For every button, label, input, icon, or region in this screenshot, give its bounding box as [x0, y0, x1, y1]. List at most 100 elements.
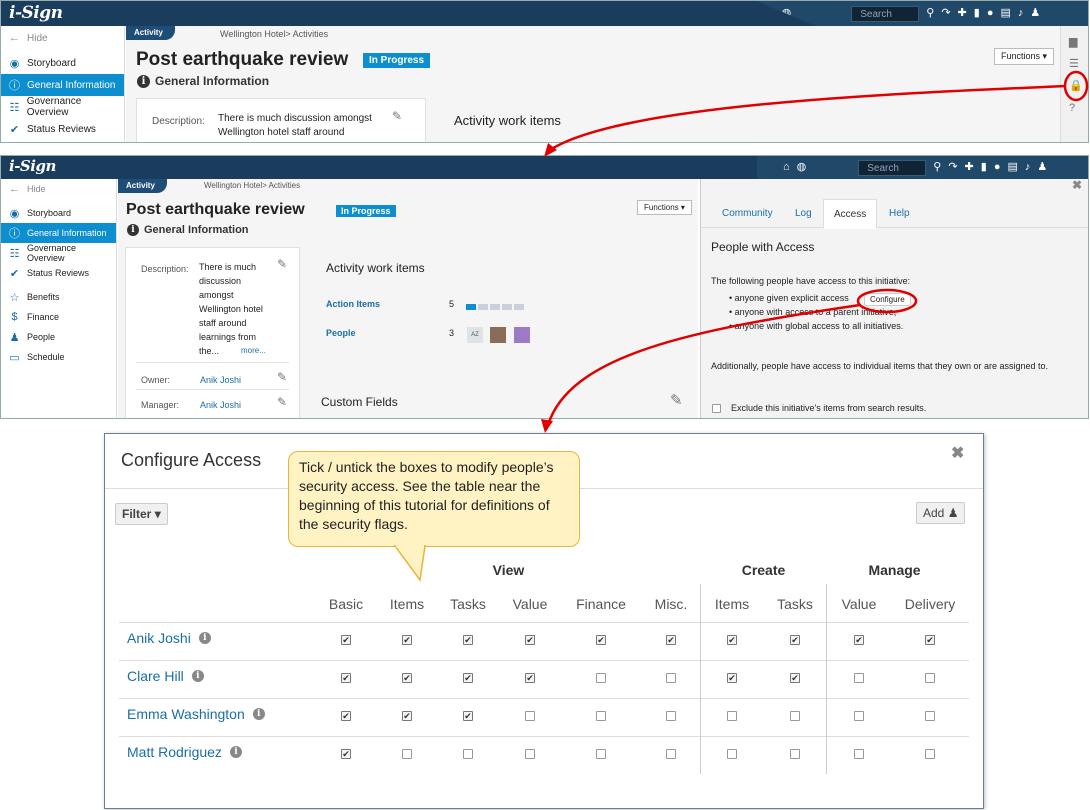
- permission-checkbox[interactable]: ✔: [341, 749, 351, 759]
- permission-checkbox[interactable]: ✔: [463, 711, 473, 721]
- person-name-link[interactable]: Anik Joshi: [127, 630, 191, 646]
- permission-checkbox[interactable]: ✔: [341, 673, 351, 683]
- document-icon[interactable]: ▤: [1007, 162, 1017, 173]
- breadcrumb[interactable]: Wellington Hotel> Activities: [220, 29, 328, 39]
- avatar[interactable]: AZ: [467, 327, 483, 343]
- permission-checkbox[interactable]: [925, 711, 935, 721]
- permission-checkbox[interactable]: ✔: [463, 635, 473, 645]
- app-logo[interactable]: i-Sign: [9, 3, 63, 23]
- edit-pencil-icon[interactable]: ✎: [277, 395, 287, 409]
- help-icon[interactable]: ?: [1069, 102, 1075, 114]
- list-icon[interactable]: ☰: [1069, 57, 1079, 70]
- permission-checkbox[interactable]: ✔: [790, 673, 800, 683]
- permission-checkbox[interactable]: [525, 749, 535, 759]
- permission-checkbox[interactable]: [727, 749, 737, 759]
- exclude-search-checkbox[interactable]: [712, 404, 721, 413]
- home-icon[interactable]: ⌂: [768, 8, 775, 19]
- bookmark-icon[interactable]: ▮: [981, 162, 987, 173]
- more-link[interactable]: more...: [241, 346, 266, 355]
- permission-checkbox[interactable]: ✔: [727, 673, 737, 683]
- avatar[interactable]: [514, 327, 530, 343]
- bookmark-icon[interactable]: ▮: [974, 8, 980, 19]
- share-icon[interactable]: ↷: [948, 162, 957, 173]
- globe-icon[interactable]: ◍: [797, 162, 807, 173]
- close-icon[interactable]: ✖: [1072, 178, 1082, 192]
- permission-checkbox[interactable]: ✔: [790, 635, 800, 645]
- functions-dropdown[interactable]: Functions ▾: [994, 48, 1055, 65]
- permission-checkbox[interactable]: ✔: [525, 673, 535, 683]
- search-input[interactable]: Search: [858, 159, 927, 176]
- permission-checkbox[interactable]: [854, 673, 864, 683]
- owner-link[interactable]: Anik Joshi: [200, 375, 241, 385]
- permission-checkbox[interactable]: [666, 711, 676, 721]
- user-icon[interactable]: ♟: [1037, 162, 1047, 173]
- permission-checkbox[interactable]: ✔: [402, 673, 412, 683]
- person-name-link[interactable]: Clare Hill: [127, 668, 184, 684]
- tab-log[interactable]: Log: [785, 199, 822, 229]
- avatar[interactable]: [490, 327, 506, 343]
- search-icon[interactable]: ⚲: [926, 8, 934, 19]
- breadcrumb[interactable]: Wellington Hotel> Activities: [204, 181, 300, 190]
- home-icon[interactable]: ⌂: [783, 162, 790, 173]
- hide-sidebar-button[interactable]: ← Hide: [1, 179, 116, 199]
- edit-pencil-icon[interactable]: ✎: [670, 391, 683, 409]
- permission-checkbox[interactable]: ✔: [341, 635, 351, 645]
- lock-icon[interactable]: 🔒: [1069, 79, 1083, 92]
- chat-icon[interactable]: ●: [994, 162, 1001, 173]
- sidebar-item-general-information[interactable]: ⓘ General Information: [1, 74, 124, 96]
- sidebar-item-governance-overview[interactable]: ☷ Governance Overview: [1, 243, 116, 263]
- sidebar-item-schedule[interactable]: ▭ Schedule: [1, 347, 116, 367]
- tab-help[interactable]: Help: [879, 199, 920, 229]
- people-link[interactable]: People: [326, 326, 356, 340]
- bell-icon[interactable]: ♪: [1018, 8, 1024, 19]
- permission-checkbox[interactable]: ✔: [525, 635, 535, 645]
- sidebar-item-governance-overview[interactable]: ☷ Governance Overview: [1, 96, 124, 118]
- permission-checkbox[interactable]: [596, 711, 606, 721]
- permission-checkbox[interactable]: ✔: [463, 673, 473, 683]
- sidebar-item-finance[interactable]: $ Finance: [1, 307, 116, 327]
- info-icon[interactable]: i: [252, 708, 265, 720]
- permission-checkbox[interactable]: [463, 749, 473, 759]
- comment-icon[interactable]: ▆: [1069, 35, 1077, 48]
- app-logo[interactable]: i-Sign: [9, 157, 56, 175]
- permission-checkbox[interactable]: [925, 673, 935, 683]
- sidebar-item-benefits[interactable]: ☆ Benefits: [1, 287, 116, 307]
- permission-checkbox[interactable]: [525, 711, 535, 721]
- sidebar-item-general-information[interactable]: ⓘ General Information: [1, 223, 116, 243]
- edit-pencil-icon[interactable]: ✎: [277, 257, 287, 271]
- search-input[interactable]: Search: [851, 5, 920, 22]
- info-icon[interactable]: i: [191, 670, 204, 682]
- action-items-link[interactable]: Action Items: [326, 297, 380, 311]
- globe-icon[interactable]: ◍: [782, 8, 792, 19]
- hide-sidebar-button[interactable]: ← Hide: [1, 27, 124, 49]
- permission-checkbox[interactable]: [666, 673, 676, 683]
- sidebar-item-status-reviews[interactable]: ✔ Status Reviews: [1, 263, 116, 283]
- permission-checkbox[interactable]: [790, 711, 800, 721]
- permission-checkbox[interactable]: ✔: [341, 711, 351, 721]
- sidebar-item-storyboard[interactable]: ◉ Storyboard: [1, 203, 116, 223]
- permission-checkbox[interactable]: ✔: [402, 711, 412, 721]
- configure-button[interactable]: Configure: [864, 293, 911, 306]
- permission-checkbox[interactable]: ✔: [666, 635, 676, 645]
- info-icon[interactable]: i: [198, 632, 211, 644]
- permission-checkbox[interactable]: ✔: [402, 635, 412, 645]
- search-icon[interactable]: ⚲: [933, 162, 941, 173]
- permission-checkbox[interactable]: [402, 749, 412, 759]
- permission-checkbox[interactable]: [925, 749, 935, 759]
- user-icon[interactable]: ♟: [1030, 8, 1040, 19]
- permission-checkbox[interactable]: [596, 749, 606, 759]
- person-name-link[interactable]: Matt Rodriguez: [127, 744, 222, 760]
- plus-icon[interactable]: ✚: [965, 162, 974, 173]
- edit-pencil-icon[interactable]: ✎: [277, 370, 287, 384]
- permission-checkbox[interactable]: [854, 749, 864, 759]
- permission-checkbox[interactable]: ✔: [727, 635, 737, 645]
- activity-tab[interactable]: Activity: [126, 26, 175, 40]
- permission-checkbox[interactable]: [596, 673, 606, 683]
- bell-icon[interactable]: ♪: [1025, 162, 1031, 173]
- sidebar-item-storyboard[interactable]: ◉ Storyboard: [1, 52, 124, 74]
- document-icon[interactable]: ▤: [1000, 8, 1010, 19]
- edit-pencil-icon[interactable]: ✎: [392, 109, 402, 123]
- permission-checkbox[interactable]: ✔: [854, 635, 864, 645]
- plus-icon[interactable]: ✚: [958, 8, 967, 19]
- tab-community[interactable]: Community: [712, 199, 783, 229]
